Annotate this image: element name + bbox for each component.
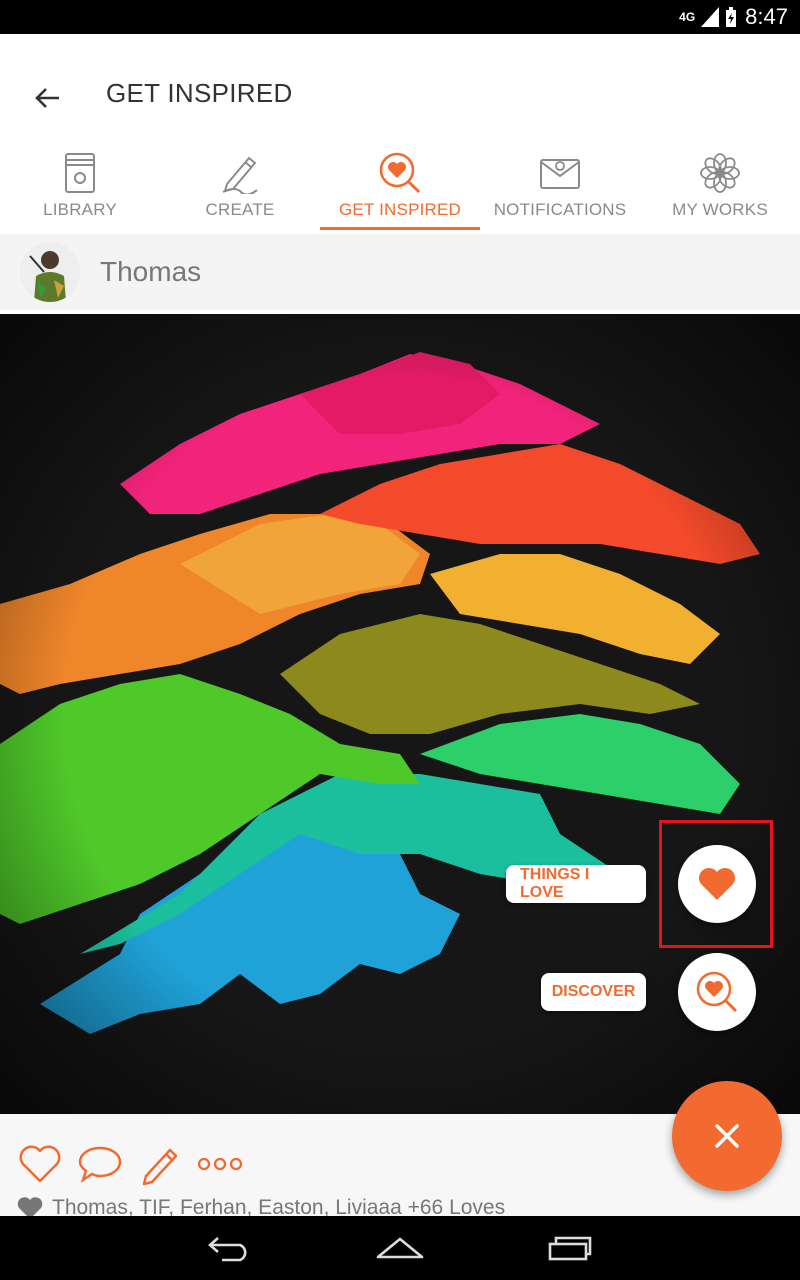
page-title: GET INSPIRED	[106, 78, 293, 108]
system-nav-bar	[0, 1216, 800, 1280]
network-type: 4G	[679, 10, 696, 24]
highlight-box	[659, 820, 773, 948]
discover-label[interactable]: DISCOVER	[541, 973, 646, 1011]
author-name[interactable]: Thomas	[100, 256, 201, 288]
envelope-icon	[540, 159, 580, 189]
tab-label: MY WORKS	[672, 200, 768, 219]
speech-bubble-icon	[78, 1146, 122, 1184]
back-icon	[208, 1237, 247, 1262]
pencil-icon	[222, 156, 258, 194]
tab-notifications[interactable]: NOTIFICATIONS	[480, 140, 640, 232]
nav-back-button[interactable]	[195, 1226, 265, 1270]
heart-search-icon	[696, 971, 738, 1013]
avatar[interactable]	[20, 242, 80, 302]
nav-home-button[interactable]	[365, 1226, 435, 1270]
tab-my-works[interactable]: MY WORKS	[640, 140, 800, 232]
app-bar: GET INSPIRED	[0, 34, 800, 154]
things-i-love-label[interactable]: THINGS I LOVE	[506, 865, 646, 903]
flower-icon	[700, 153, 740, 193]
book-icon	[65, 153, 95, 193]
discover-button[interactable]	[678, 953, 756, 1031]
tab-label: NOTIFICATIONS	[493, 200, 627, 219]
status-bar: 4G 8:47	[0, 0, 800, 34]
close-menu-fab[interactable]	[672, 1081, 782, 1191]
more-dots-icon	[197, 1157, 243, 1171]
author-bar[interactable]: Thomas	[0, 234, 800, 310]
heart-outline-icon	[19, 1145, 61, 1183]
home-icon	[376, 1237, 424, 1259]
tab-label: LIBRARY	[43, 200, 117, 219]
comment-button[interactable]	[74, 1140, 126, 1188]
edit-button[interactable]	[134, 1140, 186, 1188]
tab-label: GET INSPIRED	[338, 200, 462, 219]
tab-label: CREATE	[205, 200, 275, 219]
signal-icon	[701, 7, 720, 27]
back-button[interactable]	[26, 76, 70, 120]
tab-bar: LIBRARY CREATE GET INSPIRED NOTIFICATION…	[0, 140, 800, 232]
close-icon	[715, 1124, 739, 1148]
pencil-icon	[142, 1148, 178, 1186]
more-button[interactable]	[194, 1140, 246, 1188]
tab-library[interactable]: LIBRARY	[0, 140, 160, 232]
tab-get-inspired[interactable]: GET INSPIRED	[320, 140, 480, 232]
heart-search-icon	[379, 152, 421, 194]
love-button[interactable]	[14, 1140, 66, 1188]
arrow-left-icon	[35, 88, 59, 108]
tab-create[interactable]: CREATE	[160, 140, 320, 232]
battery-icon	[726, 7, 737, 27]
recents-icon	[548, 1236, 592, 1261]
clock: 8:47	[745, 4, 788, 29]
nav-recents-button[interactable]	[535, 1226, 605, 1270]
